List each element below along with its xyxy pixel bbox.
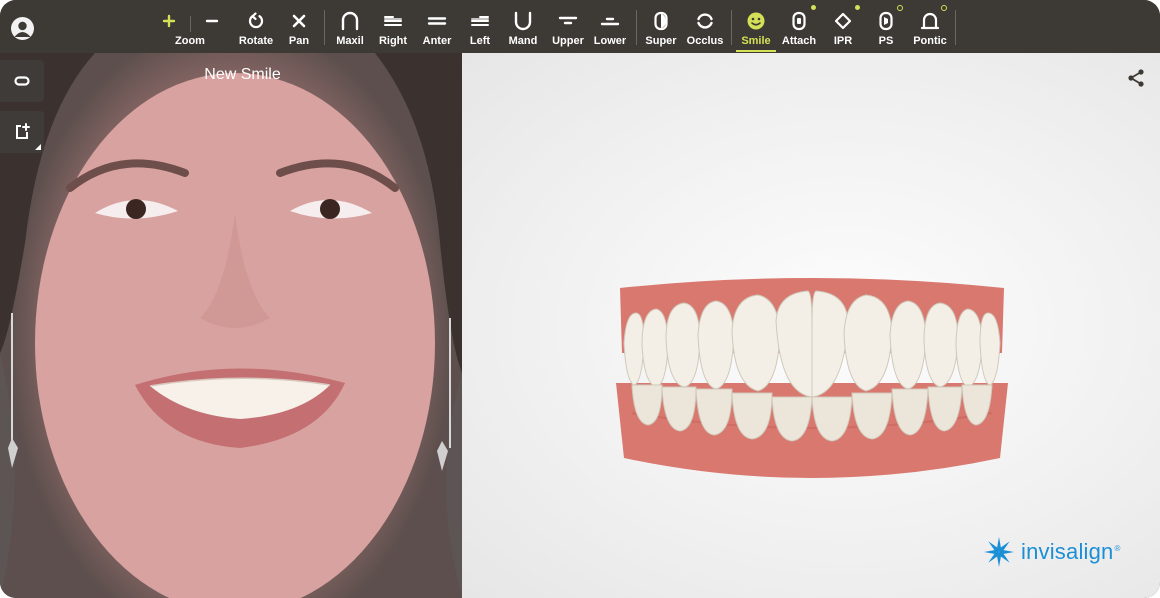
rotate-icon [243, 8, 269, 34]
invisalign-star-icon [984, 537, 1014, 567]
superimpose-button[interactable]: Super [643, 0, 679, 53]
status-dot [811, 5, 816, 10]
attachments-button[interactable]: Attach [779, 0, 819, 53]
rotate-label: Rotate [238, 35, 274, 47]
upper-jaw-label: Upper [552, 35, 584, 47]
left-view-label: Left [469, 35, 491, 47]
toolbar-divider [636, 10, 637, 45]
superimpose-icon [648, 8, 674, 34]
smile-label: Smile [741, 35, 771, 47]
anterior-view-label: Anter [422, 35, 452, 47]
status-dot [897, 5, 903, 11]
status-dot [941, 5, 947, 11]
teeth-model [616, 278, 1008, 478]
add-photo-button[interactable] [0, 111, 44, 153]
ipr-icon [830, 5, 860, 34]
plus-icon [156, 8, 182, 34]
maxillary-label: Maxil [336, 35, 364, 47]
lower-jaw-icon [597, 8, 623, 34]
patient-photo [0, 53, 462, 598]
smile-button[interactable]: Smile [736, 0, 776, 53]
upper-jaw-icon [555, 8, 581, 34]
status-dot [855, 5, 860, 10]
share-icon[interactable] [1126, 68, 1146, 88]
active-tab-indicator [736, 50, 776, 52]
user-avatar-icon[interactable] [11, 17, 34, 40]
pan-button[interactable]: Pan [284, 0, 314, 53]
minus-icon [199, 8, 225, 34]
pan-label: Pan [288, 35, 310, 47]
expand-corner-icon [35, 144, 41, 150]
right-view-label: Right [378, 35, 408, 47]
maxillary-arch-icon [337, 8, 363, 34]
maxillary-button[interactable]: Maxil [332, 0, 368, 53]
toolbar-divider [955, 10, 956, 45]
occlusion-icon [692, 8, 718, 34]
pontic-label: Pontic [913, 35, 947, 47]
mandibular-button[interactable]: Mand [505, 0, 541, 53]
pan-icon [286, 8, 312, 34]
pontic-icon [917, 5, 947, 34]
attachment-icon [786, 5, 816, 34]
brand-registered-mark: ® [1114, 543, 1121, 553]
occlusion-label: Occlus [686, 35, 724, 47]
capsule-icon [14, 76, 30, 86]
ipr-label: IPR [833, 35, 853, 47]
rotate-button[interactable]: Rotate [234, 0, 278, 53]
app-window: Zoom Rotate Pan Maxil Right Anter Left M… [0, 0, 1160, 598]
anterior-view-icon [424, 8, 450, 34]
add-photo-icon [16, 123, 30, 139]
occlusion-button[interactable]: Occlus [684, 0, 726, 53]
anterior-view-button[interactable]: Anter [418, 0, 456, 53]
right-view-button[interactable]: Right [376, 0, 410, 53]
toolbar-divider [731, 10, 732, 45]
smile-face-icon [743, 8, 769, 34]
lower-jaw-button[interactable]: Lower [592, 0, 628, 53]
zoom-in-button[interactable] [156, 0, 182, 53]
photo-title: New Smile [204, 66, 281, 83]
zoom-out-button[interactable] [199, 0, 225, 53]
pontic-button[interactable]: Pontic [910, 0, 950, 53]
mandibular-label: Mand [508, 35, 538, 47]
upper-jaw-button[interactable]: Upper [549, 0, 587, 53]
ps-button[interactable]: PS [872, 0, 903, 53]
teeth-3d-viewer[interactable]: invisalign ® [462, 53, 1160, 598]
toggle-view-button[interactable] [0, 60, 44, 102]
right-view-icon [380, 8, 406, 34]
ps-label: PS [878, 35, 894, 47]
superimpose-label: Super [645, 35, 677, 47]
toolbar-divider [190, 16, 191, 32]
mandibular-arch-icon [510, 8, 536, 34]
brand-name: invisalign [1021, 539, 1114, 564]
lower-jaw-label: Lower [593, 35, 627, 47]
invisalign-logo: invisalign ® [982, 535, 1120, 569]
left-view-icon [467, 8, 493, 34]
precision-wing-icon [873, 5, 903, 34]
ipr-button[interactable]: IPR [828, 0, 860, 53]
smile-photo-panel: New Smile [0, 53, 462, 598]
left-view-button[interactable]: Left [464, 0, 496, 53]
attachments-label: Attach [781, 35, 817, 47]
toolbar: Zoom Rotate Pan Maxil Right Anter Left M… [0, 0, 1160, 53]
toolbar-divider [324, 10, 325, 45]
